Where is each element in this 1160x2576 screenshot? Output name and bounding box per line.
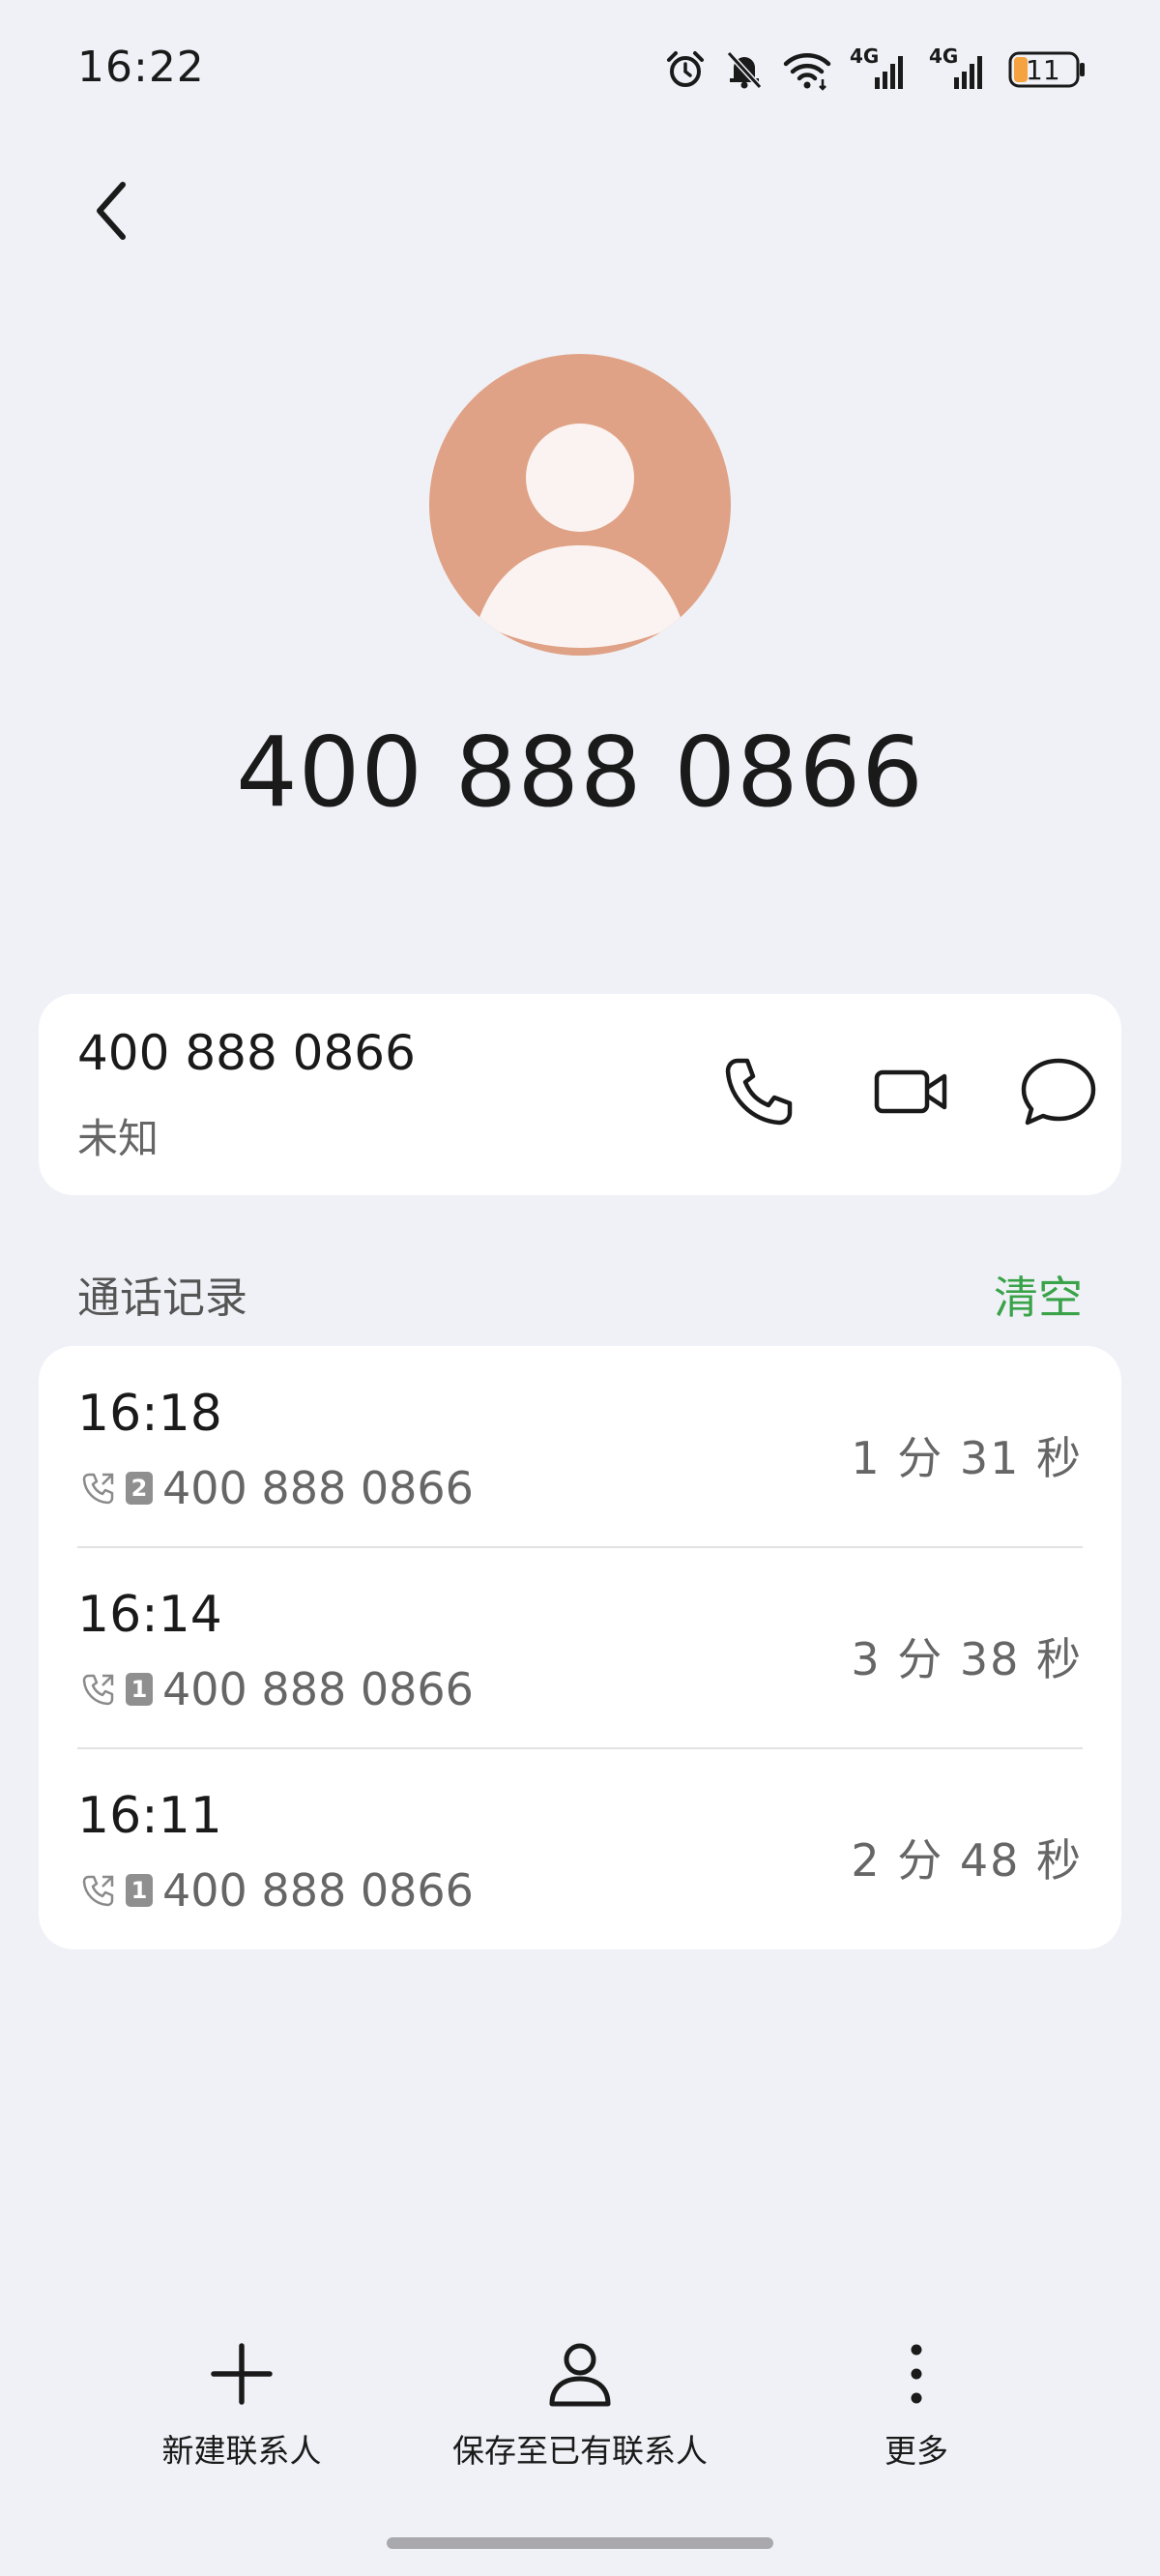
call-details: 1 400 888 0866 xyxy=(81,1663,474,1715)
network-type-label: 4G xyxy=(929,44,959,68)
mute-bell-icon xyxy=(724,48,765,91)
call-log-title: 通话记录 xyxy=(77,1273,247,1323)
save-to-existing-label: 保存至已有联系人 xyxy=(452,2432,708,2470)
call-duration: 3 分 38 秒 xyxy=(851,1633,1083,1685)
call-duration: 2 分 48 秒 xyxy=(851,1834,1083,1887)
plus-icon xyxy=(211,2343,273,2405)
save-to-existing-button[interactable]: 保存至已有联系人 xyxy=(435,2340,725,2472)
call-details: 1 400 888 0866 xyxy=(81,1864,474,1917)
network-type-label: 4G xyxy=(850,44,880,68)
outgoing-call-icon xyxy=(82,1473,114,1505)
person-icon xyxy=(549,2343,611,2407)
message-icon xyxy=(1021,1058,1096,1126)
sim-badge: 2 xyxy=(126,1472,153,1505)
contact-card: 400 888 0866 未知 xyxy=(39,994,1121,1195)
call-button[interactable] xyxy=(706,1039,812,1145)
video-call-button[interactable] xyxy=(858,1039,965,1145)
person-avatar-icon xyxy=(478,424,682,648)
more-label: 更多 xyxy=(884,2432,948,2470)
battery-icon: 11 xyxy=(1008,50,1088,89)
video-icon xyxy=(874,1069,947,1114)
call-time: 16:14 xyxy=(77,1586,222,1644)
signal-icon: 4G xyxy=(850,44,912,91)
call-number: 400 888 0866 xyxy=(162,1864,474,1917)
more-button[interactable]: 更多 xyxy=(820,2340,1013,2472)
call-log-list: 16:18 2 400 888 0866 1 分 31 秒 16:14 1 40… xyxy=(39,1346,1121,1949)
outgoing-call-icon xyxy=(82,1674,114,1706)
avatar xyxy=(429,354,731,656)
clear-log-button[interactable]: 清空 xyxy=(994,1263,1083,1327)
outgoing-call-icon xyxy=(82,1875,114,1907)
signal-icon: 4G xyxy=(929,44,991,91)
new-contact-label: 新建联系人 xyxy=(161,2432,322,2470)
new-contact-button[interactable]: 新建联系人 xyxy=(145,2340,338,2472)
call-number: 400 888 0866 xyxy=(162,1663,474,1715)
message-button[interactable] xyxy=(1005,1039,1112,1145)
wifi-icon xyxy=(782,48,832,91)
alarm-icon xyxy=(664,48,707,91)
call-time: 16:11 xyxy=(77,1787,222,1845)
phone-icon xyxy=(725,1058,793,1126)
home-indicator[interactable] xyxy=(387,2537,773,2549)
call-log-row[interactable]: 16:14 1 400 888 0866 3 分 38 秒 xyxy=(39,1547,1121,1748)
status-time: 16:22 xyxy=(77,43,205,92)
back-arrow-icon xyxy=(97,182,126,240)
sim-badge: 1 xyxy=(126,1874,153,1907)
page-title: 400 888 0866 xyxy=(236,716,924,829)
more-vertical-icon xyxy=(911,2344,922,2404)
contact-number: 400 888 0866 xyxy=(77,1025,416,1081)
call-duration: 1 分 31 秒 xyxy=(851,1432,1083,1484)
back-button[interactable] xyxy=(77,172,145,249)
call-log-row[interactable]: 16:18 2 400 888 0866 1 分 31 秒 xyxy=(39,1346,1121,1547)
status-icons: 4G 4G 11 xyxy=(664,43,1088,97)
battery-level: 11 xyxy=(1026,54,1060,86)
sim-badge: 1 xyxy=(126,1673,153,1706)
call-time: 16:18 xyxy=(77,1385,222,1443)
call-details: 2 400 888 0866 xyxy=(81,1462,474,1514)
call-log-row[interactable]: 16:11 1 400 888 0866 2 分 48 秒 xyxy=(39,1748,1121,1949)
contact-label: 未知 xyxy=(77,1115,160,1162)
call-number: 400 888 0866 xyxy=(162,1462,474,1514)
